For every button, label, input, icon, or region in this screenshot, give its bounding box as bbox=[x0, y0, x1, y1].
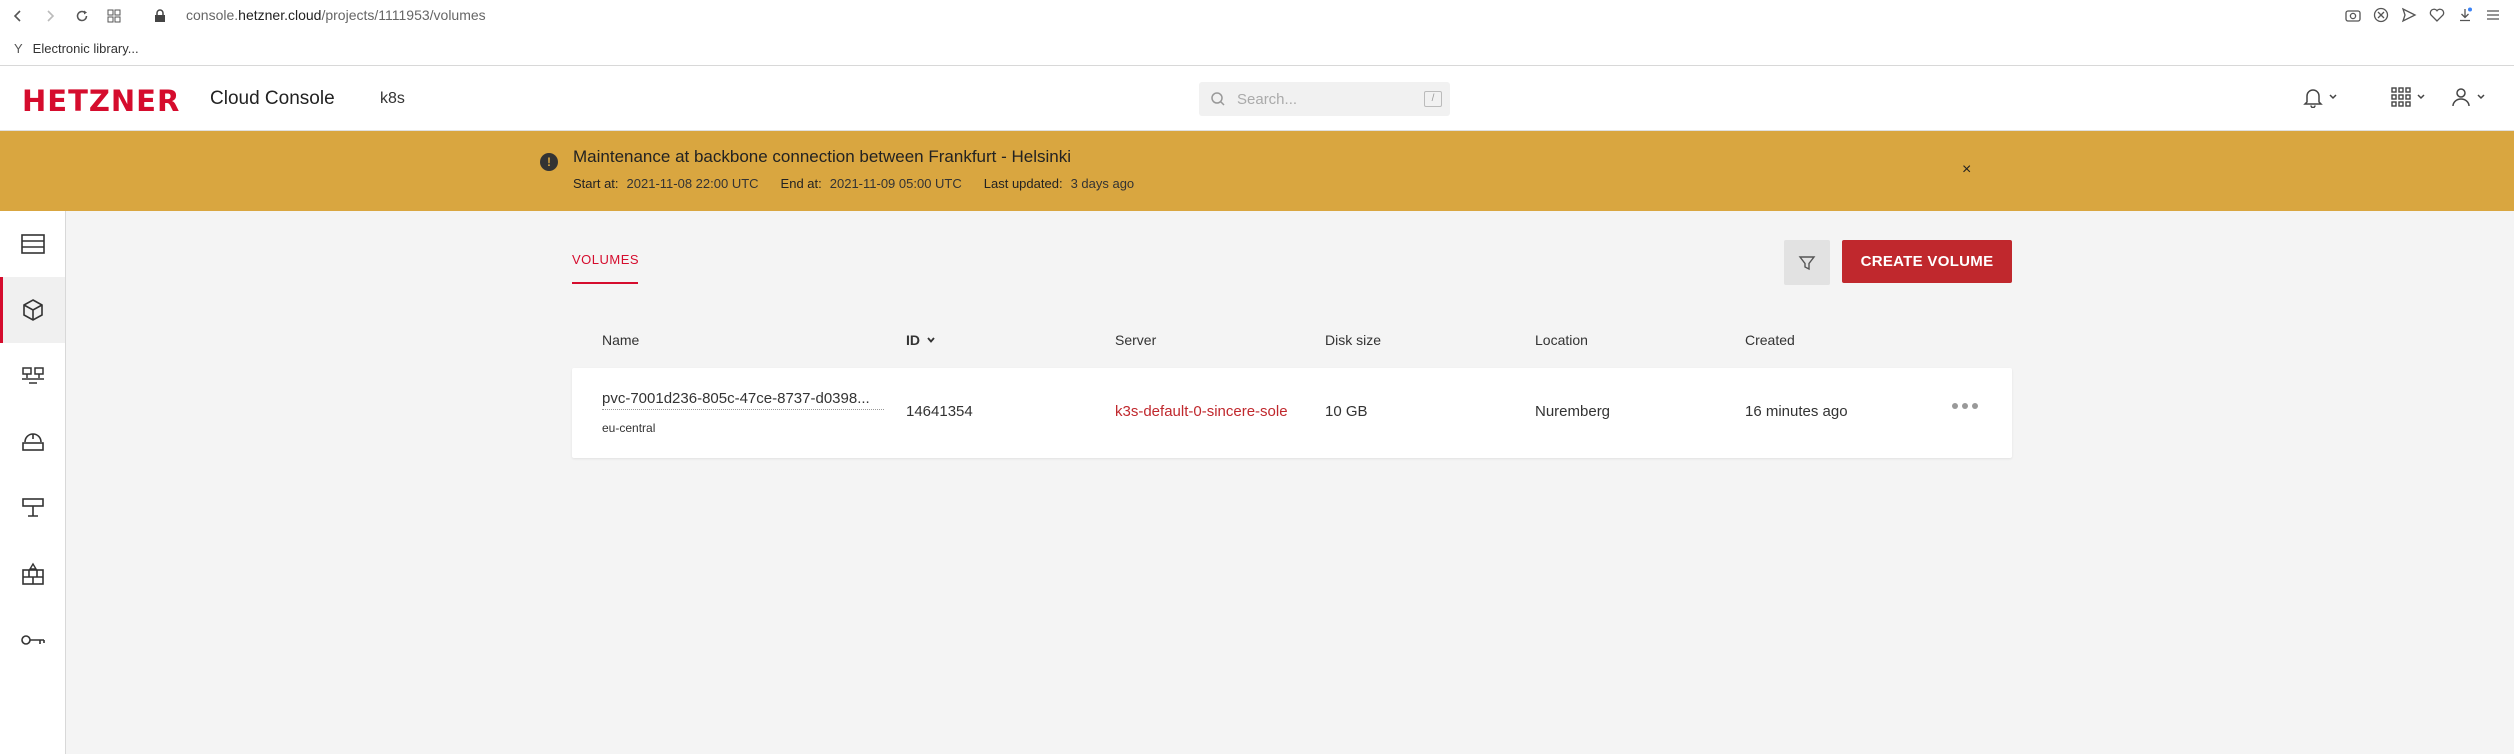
bell-icon bbox=[2303, 89, 2323, 108]
project-name[interactable]: k8s bbox=[380, 90, 405, 108]
forward-icon[interactable] bbox=[40, 6, 60, 26]
table-row[interactable]: pvc-7001d236-805c-47ce-8737-d0398... eu-… bbox=[572, 368, 2012, 458]
camera-icon[interactable] bbox=[2344, 6, 2362, 24]
search-placeholder: Search... bbox=[1237, 91, 1298, 108]
firewall-icon bbox=[21, 562, 44, 585]
bookmark-electronic-library[interactable]: Y Electronic library... bbox=[14, 41, 139, 56]
volume-location: Nuremberg bbox=[1535, 403, 1611, 420]
end-value: 2021-11-09 05:00 UTC bbox=[829, 176, 962, 191]
lock-icon bbox=[150, 6, 170, 26]
blocker-icon[interactable] bbox=[2372, 6, 2390, 24]
hetzner-logo[interactable]: HETZNER bbox=[22, 84, 180, 118]
user-menu-button[interactable] bbox=[2450, 86, 2486, 108]
chevron-down-icon bbox=[2329, 94, 2337, 100]
volume-name[interactable]: pvc-7001d236-805c-47ce-8737-d0398... bbox=[602, 390, 884, 410]
column-header-id-label: ID bbox=[906, 332, 920, 348]
volume-id: 14641354 bbox=[906, 403, 973, 420]
bookmark-icon: Y bbox=[14, 41, 23, 56]
sidebar-item-security[interactable] bbox=[0, 607, 65, 673]
notifications-button[interactable] bbox=[2302, 86, 2338, 108]
bookmark-label: Electronic library... bbox=[32, 41, 139, 56]
send-icon[interactable] bbox=[2400, 6, 2418, 24]
updated-value: 3 days ago bbox=[1070, 176, 1135, 191]
sidebar-item-volumes[interactable] bbox=[0, 277, 65, 343]
key-icon bbox=[20, 635, 45, 645]
browser-toolbar: console.hetzner.cloud/projects/1111953/v… bbox=[0, 0, 2514, 32]
url-prefix: console. bbox=[186, 7, 239, 23]
filter-button[interactable] bbox=[1784, 240, 1830, 285]
column-header-server[interactable]: Server bbox=[1115, 332, 1156, 348]
tabs-grid-icon[interactable] bbox=[104, 6, 124, 26]
load-balancer-icon bbox=[21, 433, 44, 451]
sidebar bbox=[0, 211, 66, 754]
download-icon[interactable] bbox=[2456, 6, 2474, 24]
chevron-down-icon bbox=[2477, 94, 2485, 100]
column-header-id[interactable]: ID bbox=[906, 332, 936, 348]
more-actions-icon[interactable] bbox=[1952, 403, 1978, 409]
search-icon bbox=[1210, 91, 1226, 107]
sidebar-item-networks[interactable] bbox=[0, 343, 65, 409]
heart-icon[interactable] bbox=[2428, 6, 2446, 24]
column-header-disk-size[interactable]: Disk size bbox=[1325, 332, 1381, 348]
address-bar[interactable]: console.hetzner.cloud/projects/1111953/v… bbox=[186, 7, 486, 23]
volume-created: 16 minutes ago bbox=[1745, 403, 1848, 420]
app-title: Cloud Console bbox=[210, 88, 335, 109]
column-header-name[interactable]: Name bbox=[602, 332, 639, 348]
chevron-down-icon bbox=[2417, 94, 2425, 100]
floating-ip-icon bbox=[21, 498, 44, 517]
alert-icon: ! bbox=[540, 153, 558, 171]
apps-button[interactable] bbox=[2390, 86, 2426, 108]
tab-active-indicator bbox=[572, 282, 638, 284]
menu-icon[interactable] bbox=[2484, 6, 2502, 24]
sidebar-item-floating-ips[interactable] bbox=[0, 475, 65, 541]
volume-disk-size: 10 GB bbox=[1325, 403, 1368, 420]
network-icon bbox=[21, 367, 44, 384]
apps-grid-icon bbox=[2391, 87, 2411, 107]
maintenance-banner: ! Maintenance at backbone connection bet… bbox=[0, 131, 2514, 211]
close-icon[interactable]: × bbox=[1962, 161, 1971, 179]
server-icon bbox=[20, 234, 45, 254]
search-input[interactable]: Search... / bbox=[1199, 82, 1450, 116]
url-host: hetzner.cloud bbox=[238, 7, 322, 23]
app-header: HETZNER Cloud Console k8s Search... / bbox=[0, 66, 2514, 131]
volume-region: eu-central bbox=[602, 421, 656, 435]
search-shortcut: / bbox=[1424, 91, 1442, 107]
sidebar-item-firewalls[interactable] bbox=[0, 541, 65, 607]
start-value: 2021-11-08 22:00 UTC bbox=[626, 176, 759, 191]
end-label: End at: bbox=[780, 176, 822, 191]
sidebar-item-servers[interactable] bbox=[0, 211, 65, 277]
volume-server-link[interactable]: k3s-default-0-sincere-sole bbox=[1115, 403, 1288, 420]
create-volume-button[interactable]: CREATE VOLUME bbox=[1842, 240, 2012, 283]
back-icon[interactable] bbox=[8, 6, 28, 26]
banner-meta: Start at: 2021-11-08 22:00 UTC End at: 2… bbox=[573, 176, 1156, 191]
sort-desc-icon bbox=[927, 337, 935, 343]
user-icon bbox=[2452, 88, 2470, 107]
sidebar-item-load-balancers[interactable] bbox=[0, 409, 65, 475]
banner-title: Maintenance at backbone connection betwe… bbox=[573, 147, 1072, 166]
filter-icon bbox=[1798, 255, 1816, 270]
volume-cube-icon bbox=[22, 299, 43, 321]
url-path: /projects/1111953/volumes bbox=[321, 7, 486, 23]
updated-label: Last updated: bbox=[983, 176, 1063, 191]
start-label: Start at: bbox=[573, 176, 619, 191]
column-header-location[interactable]: Location bbox=[1535, 332, 1588, 348]
column-header-created[interactable]: Created bbox=[1745, 332, 1795, 348]
browser-actions bbox=[2344, 6, 2502, 24]
reload-icon[interactable] bbox=[72, 6, 92, 26]
tab-volumes[interactable]: VOLUMES bbox=[572, 252, 639, 267]
bookmarks-bar: Y Electronic library... bbox=[0, 32, 2514, 66]
